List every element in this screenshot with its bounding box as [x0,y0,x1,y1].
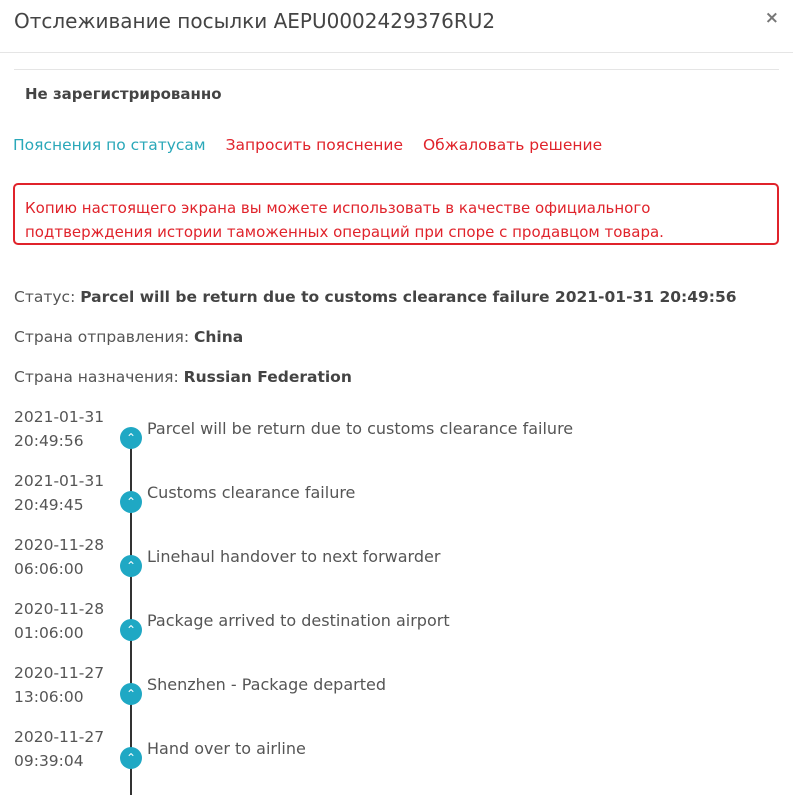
official-confirmation-alert: Копию настоящего экрана вы можете исполь… [13,183,779,245]
status-value: Parcel will be return due to customs cle… [80,288,737,306]
status-label: Статус: [14,288,81,306]
event-description: Hand over to airline [147,739,306,758]
event-date: 2021-01-31 [14,472,105,490]
origin-value: China [194,328,244,346]
appeal-decision-link[interactable]: Обжаловать решение [423,136,602,154]
close-icon[interactable]: × [765,8,779,28]
dialog-title: Отслеживание посылки AEPU0002429376RU2 [14,9,496,33]
event-description: Package arrived to destination airport [147,611,450,630]
explain-statuses-link[interactable]: Пояснения по статусам [13,136,206,154]
status-row: Статус: Parcel will be return due to cus… [14,288,737,306]
event-time: 09:39:04 [14,752,84,770]
event-datetime: 2020-11-28 06:06:00 [14,533,114,581]
request-explanation-link[interactable]: Запросить пояснение [226,136,403,154]
chevron-up-icon[interactable]: ⌃ [120,747,142,769]
timeline-event: 2020-11-27 13:06:00 ⌃ Shenzhen - Package… [0,661,793,725]
timeline-event: 2021-01-31 20:49:56 ⌃ Parcel will be ret… [0,405,793,469]
event-datetime: 2021-01-31 20:49:45 [14,469,114,517]
chevron-up-icon[interactable]: ⌃ [120,491,142,513]
event-date: 2020-11-27 [14,664,105,682]
chevron-up-icon[interactable]: ⌃ [120,555,142,577]
dialog-header: Отслеживание посылки AEPU0002429376RU2 × [0,0,793,53]
event-datetime: 2020-11-27 13:06:00 [14,661,114,709]
event-time: 13:06:00 [14,688,84,706]
destination-row: Страна назначения: Russian Federation [14,368,352,386]
timeline-event: 2021-01-31 20:49:45 ⌃ Customs clearance … [0,469,793,533]
event-date: 2020-11-28 [14,536,105,554]
event-time: 06:06:00 [14,560,84,578]
action-links: Пояснения по статусам Запросить пояснени… [13,136,617,154]
event-datetime: 2020-11-28 01:06:00 [14,597,114,645]
event-description: Linehaul handover to next forwarder [147,547,441,566]
event-datetime: 2020-11-27 09:39:04 [14,725,114,773]
event-description: Shenzhen - Package departed [147,675,386,694]
event-description: Customs clearance failure [147,483,356,502]
event-date: 2021-01-31 [14,408,105,426]
registration-status: Не зарегистрированно [25,85,222,103]
origin-label: Страна отправления: [14,328,194,346]
event-datetime: 2021-01-31 20:49:56 [14,405,114,453]
tracking-timeline: 2021-01-31 20:49:56 ⌃ Parcel will be ret… [0,405,793,795]
origin-row: Страна отправления: China [14,328,243,346]
timeline-event: 2020-11-28 06:06:00 ⌃ Linehaul handover … [0,533,793,597]
event-time: 20:49:56 [14,432,84,450]
alert-text: Копию настоящего экрана вы можете исполь… [25,199,664,241]
destination-label: Страна назначения: [14,368,184,386]
divider [14,69,779,70]
chevron-up-icon[interactable]: ⌃ [120,619,142,641]
event-date: 2020-11-27 [14,728,105,746]
chevron-up-icon[interactable]: ⌃ [120,427,142,449]
event-time: 20:49:45 [14,496,84,514]
event-time: 01:06:00 [14,624,84,642]
event-date: 2020-11-28 [14,600,105,618]
timeline-event: 2020-11-28 01:06:00 ⌃ Package arrived to… [0,597,793,661]
event-description: Parcel will be return due to customs cle… [147,419,574,438]
timeline-event: 2020-11-27 09:39:04 ⌃ Hand over to airli… [0,725,793,789]
destination-value: Russian Federation [183,368,352,386]
chevron-up-icon[interactable]: ⌃ [120,683,142,705]
